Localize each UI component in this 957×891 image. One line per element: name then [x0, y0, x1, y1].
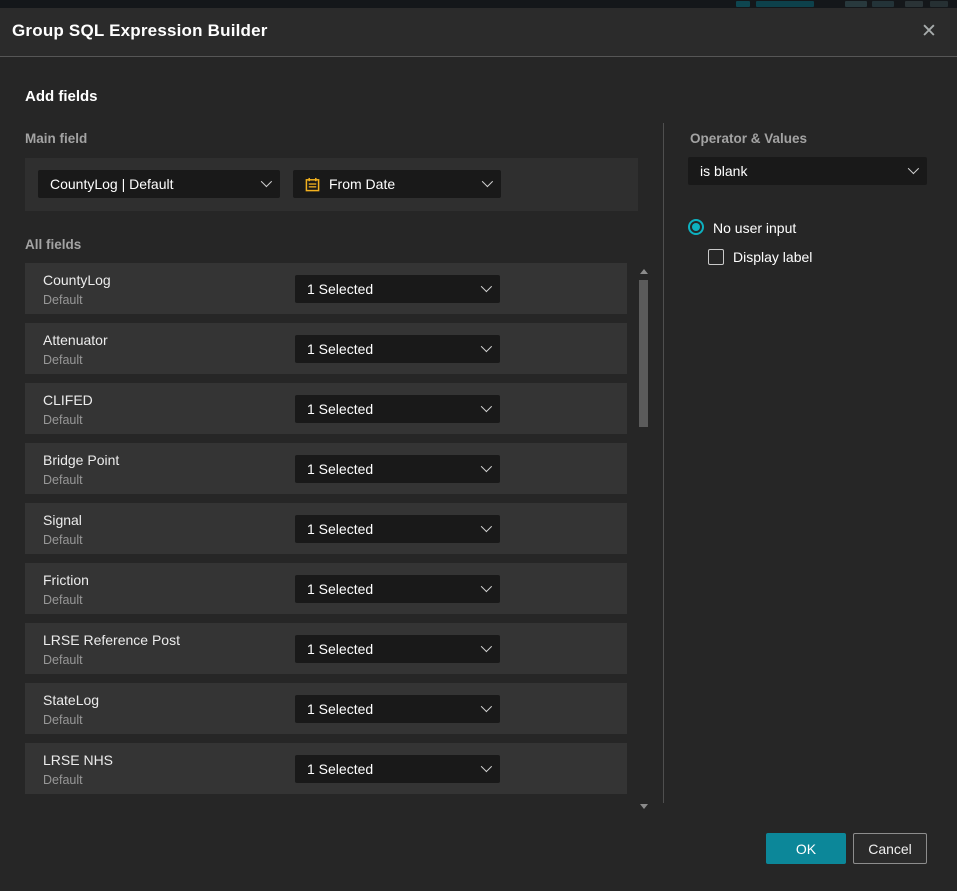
field-subtitle: Default: [43, 533, 83, 547]
obscured-toolbar-icon: [845, 1, 867, 7]
chevron-down-icon: [481, 641, 492, 652]
field-name: Signal: [43, 512, 82, 528]
ok-button[interactable]: OK: [766, 833, 846, 864]
obscured-teal-icon: [736, 1, 750, 7]
chevron-down-icon: [481, 521, 492, 532]
field-selection-dropdown[interactable]: 1 Selected: [295, 395, 500, 423]
chevron-down-icon: [481, 461, 492, 472]
chevron-down-icon: [481, 581, 492, 592]
field-name: CLIFED: [43, 392, 93, 408]
main-field-label: Main field: [25, 131, 87, 146]
all-fields-label: All fields: [25, 237, 81, 252]
field-row: Friction Default 1 Selected: [25, 563, 627, 614]
field-selection-value: 1 Selected: [307, 761, 373, 777]
panel-divider: [663, 123, 664, 803]
scrollbar-up-arrow-icon[interactable]: [640, 269, 648, 274]
field-subtitle: Default: [43, 593, 83, 607]
field-subtitle: Default: [43, 413, 83, 427]
obscured-toolbar-icon: [930, 1, 948, 7]
close-icon: ✕: [921, 20, 937, 43]
field-selection-dropdown[interactable]: 1 Selected: [295, 695, 500, 723]
chevron-down-icon: [482, 176, 493, 187]
chevron-down-icon: [481, 701, 492, 712]
obscured-toolbar-icon: [905, 1, 923, 7]
field-name: CountyLog: [43, 272, 111, 288]
field-subtitle: Default: [43, 353, 83, 367]
field-selection-dropdown[interactable]: 1 Selected: [295, 515, 500, 543]
field-row: CountyLog Default 1 Selected: [25, 263, 627, 314]
field-row: StateLog Default 1 Selected: [25, 683, 627, 734]
field-subtitle: Default: [43, 653, 83, 667]
field-subtitle: Default: [43, 473, 83, 487]
ok-button-label: OK: [796, 841, 816, 857]
add-fields-heading: Add fields: [25, 88, 98, 105]
field-selection-value: 1 Selected: [307, 281, 373, 297]
operator-values-label: Operator & Values: [690, 131, 807, 146]
cancel-button-label: Cancel: [868, 841, 912, 857]
field-row: Bridge Point Default 1 Selected: [25, 443, 627, 494]
field-name: Bridge Point: [43, 452, 119, 468]
chevron-down-icon: [481, 281, 492, 292]
field-name: Attenuator: [43, 332, 108, 348]
list-scrollbar[interactable]: [638, 263, 650, 813]
field-selection-dropdown[interactable]: 1 Selected: [295, 635, 500, 663]
layer-select-value: CountyLog | Default: [50, 176, 174, 192]
layer-select-dropdown[interactable]: CountyLog | Default: [38, 170, 280, 198]
field-row: LRSE Reference Post Default 1 Selected: [25, 623, 627, 674]
radio-selected-dot: [692, 223, 700, 231]
field-subtitle: Default: [43, 713, 83, 727]
dialog-title: Group SQL Expression Builder: [12, 21, 268, 41]
field-selection-value: 1 Selected: [307, 521, 373, 537]
field-selection-value: 1 Selected: [307, 401, 373, 417]
field-selection-dropdown[interactable]: 1 Selected: [295, 455, 500, 483]
no-user-input-radio[interactable]: [688, 219, 704, 235]
field-selection-value: 1 Selected: [307, 701, 373, 717]
field-name: Friction: [43, 572, 89, 588]
field-selection-value: 1 Selected: [307, 581, 373, 597]
all-fields-list: CountyLog Default 1 Selected Attenuator …: [25, 263, 627, 795]
field-name: StateLog: [43, 692, 99, 708]
scrollbar-thumb[interactable]: [639, 280, 648, 427]
field-selection-dropdown[interactable]: 1 Selected: [295, 575, 500, 603]
field-selection-dropdown[interactable]: 1 Selected: [295, 275, 500, 303]
scrollbar-down-arrow-icon[interactable]: [640, 804, 648, 809]
operator-dropdown[interactable]: is blank: [688, 157, 927, 185]
main-field-panel: CountyLog | Default From Date: [25, 158, 638, 211]
chevron-down-icon: [908, 163, 919, 174]
display-label-checkbox[interactable]: [708, 249, 724, 265]
operator-value: is blank: [700, 163, 747, 179]
dialog-titlebar: Group SQL Expression Builder ✕: [0, 8, 957, 57]
field-select-dropdown[interactable]: From Date: [293, 170, 501, 198]
field-selection-value: 1 Selected: [307, 461, 373, 477]
chevron-down-icon: [261, 176, 272, 187]
field-select-value: From Date: [329, 176, 395, 192]
obscured-toolbar-icon: [872, 1, 894, 7]
chevron-down-icon: [481, 341, 492, 352]
calendar-icon: [305, 177, 320, 192]
screen: Group SQL Expression Builder ✕ Add field…: [0, 0, 957, 891]
field-row: Signal Default 1 Selected: [25, 503, 627, 554]
field-selection-dropdown[interactable]: 1 Selected: [295, 755, 500, 783]
cancel-button[interactable]: Cancel: [853, 833, 927, 864]
field-subtitle: Default: [43, 293, 83, 307]
chevron-down-icon: [481, 761, 492, 772]
field-name: LRSE Reference Post: [43, 632, 180, 648]
field-row: LRSE NHS Default 1 Selected: [25, 743, 627, 794]
group-sql-expression-builder-dialog: Group SQL Expression Builder ✕ Add field…: [0, 8, 957, 891]
chevron-down-icon: [481, 401, 492, 412]
close-button[interactable]: ✕: [915, 17, 943, 45]
field-name: LRSE NHS: [43, 752, 113, 768]
display-label-text: Display label: [733, 249, 812, 265]
field-subtitle: Default: [43, 773, 83, 787]
field-row: CLIFED Default 1 Selected: [25, 383, 627, 434]
obscured-app-background: [0, 0, 957, 8]
field-selection-value: 1 Selected: [307, 641, 373, 657]
no-user-input-label: No user input: [713, 220, 796, 236]
field-selection-dropdown[interactable]: 1 Selected: [295, 335, 500, 363]
field-selection-value: 1 Selected: [307, 341, 373, 357]
obscured-teal-text: [756, 1, 814, 7]
field-row: Attenuator Default 1 Selected: [25, 323, 627, 374]
